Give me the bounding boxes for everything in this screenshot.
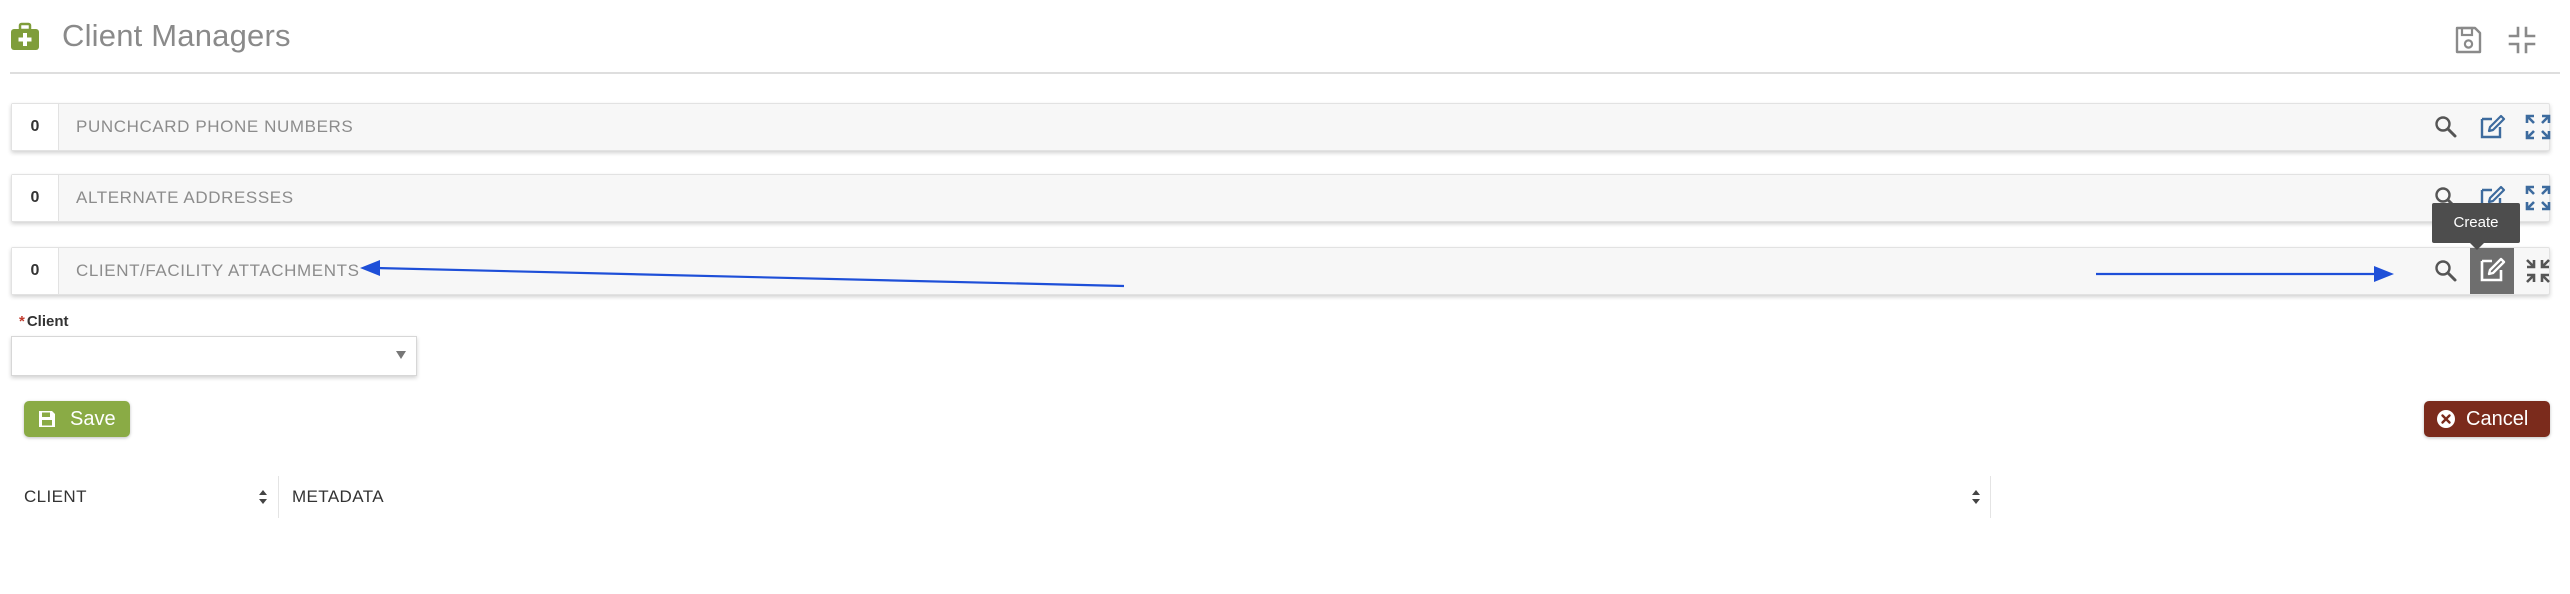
dropdown-caret-icon [396, 351, 406, 359]
create-edit-icon[interactable] [2470, 248, 2514, 294]
sort-icon [1972, 490, 1980, 504]
medical-kit-icon [11, 22, 39, 50]
cancel-button[interactable]: Cancel [2424, 401, 2550, 437]
tooltip-arrow [2470, 243, 2484, 250]
panel-title: CLIENT/FACILITY ATTACHMENTS [76, 261, 360, 280]
cancel-button-label: Cancel [2466, 408, 2529, 430]
column-header-metadata[interactable]: METADATA [278, 476, 1991, 518]
page-title: Client Managers [62, 18, 291, 53]
save-icon [39, 411, 55, 427]
panel-title: ALTERNATE ADDRESSES [76, 188, 294, 207]
search-icon[interactable] [2428, 109, 2464, 145]
client-field-label: * Client [19, 313, 69, 330]
panel-count-badge: 0 [12, 248, 59, 294]
client-label-text: Client [26, 313, 69, 330]
panel-count-badge: 0 [12, 175, 59, 221]
close-circle-icon [2437, 410, 2455, 428]
panel-client-facility-attachments[interactable]: 0 CLIENT/FACILITY ATTACHMENTS [11, 247, 2550, 295]
save-button[interactable]: Save [24, 401, 130, 437]
save-button-label: Save [70, 408, 116, 430]
save-icon[interactable] [2452, 24, 2484, 56]
column-header-label: CLIENT [24, 487, 87, 506]
panel-alternate-addresses[interactable]: 0 ALTERNATE ADDRESSES [11, 174, 2551, 222]
create-tooltip: Create [2432, 203, 2520, 243]
page-header: Client Managers [10, 0, 2560, 74]
column-header-label: METADATA [292, 487, 384, 506]
client-managers-page: Client Managers 0 PUNCHCARD PHONE NUMBER… [0, 0, 2570, 594]
expand-icon[interactable] [2520, 180, 2556, 216]
expand-icon[interactable] [2520, 109, 2556, 145]
panel-punchcard-phone-numbers[interactable]: 0 PUNCHCARD PHONE NUMBERS [11, 103, 2551, 151]
search-icon[interactable] [2428, 253, 2464, 289]
column-header-client[interactable]: CLIENT [11, 476, 277, 518]
table-header: CLIENT METADATA [11, 476, 1991, 518]
collapse-icon[interactable] [2520, 253, 2556, 289]
compress-icon[interactable] [2506, 24, 2538, 56]
panel-count-badge: 0 [12, 104, 59, 150]
client-select[interactable] [11, 336, 417, 376]
sort-icon [259, 490, 267, 504]
panel-title: PUNCHCARD PHONE NUMBERS [76, 117, 354, 136]
create-edit-icon[interactable] [2474, 109, 2510, 145]
required-marker: * [19, 313, 25, 330]
